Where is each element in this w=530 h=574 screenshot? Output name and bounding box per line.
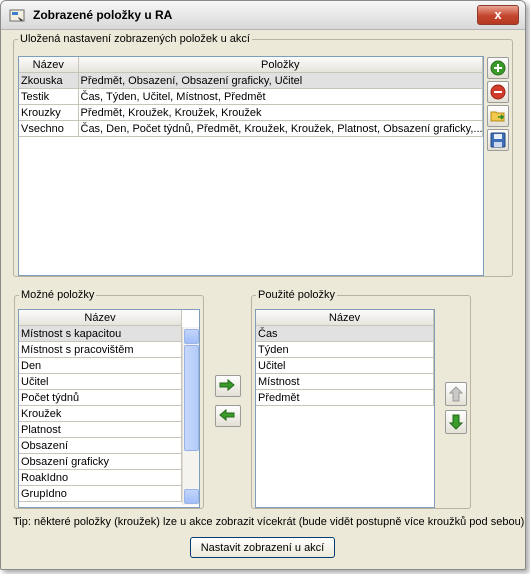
row-name: Vsechno — [19, 120, 79, 137]
remove-setting-button[interactable] — [487, 81, 509, 103]
table-row[interactable]: Vsechno Čas, Den, Počet týdnů, Předmět, … — [19, 120, 483, 137]
list-item[interactable]: Učitel — [256, 357, 434, 374]
title-bar[interactable]: Zobrazené položky u RA x — [1, 1, 525, 30]
scroll-down-arrow-icon[interactable] — [184, 489, 199, 504]
saved-settings-legend: Uložená nastavení zobrazených položek u … — [20, 33, 250, 45]
list-item-label: Předmět — [256, 389, 434, 406]
tip-text: Tip: některé položky (kroužek) lze u akc… — [13, 516, 525, 528]
list-item-label: Den — [19, 357, 182, 374]
list-item-label: Učitel — [256, 357, 434, 374]
list-item-label: Platnost — [19, 421, 182, 438]
arrow-down-icon — [448, 414, 464, 430]
row-name: Krouzky — [19, 104, 79, 121]
list-item[interactable]: Kroužek — [19, 405, 182, 422]
row-items: Čas, Týden, Učitel, Místnost, Předmět — [78, 88, 483, 105]
column-header-items[interactable]: Položky — [78, 57, 483, 73]
row-name: Zkouska — [19, 72, 79, 89]
list-item[interactable]: GrupIdno — [19, 485, 182, 502]
list-item[interactable]: Obsazení — [19, 437, 182, 454]
save-icon — [490, 132, 506, 148]
list-item-label: Čas — [256, 325, 434, 342]
list-item[interactable]: Počet týdnů — [19, 389, 182, 406]
list-item[interactable]: Obsazení graficky — [19, 453, 182, 470]
list-item-label: RoakIdno — [19, 469, 182, 486]
add-icon — [490, 60, 506, 76]
list-item[interactable]: Platnost — [19, 421, 182, 438]
used-items-list: Název Čas Týden Učitel Místnost Předmět — [255, 309, 435, 508]
list-item-label: Místnost s kapacitou — [19, 325, 182, 342]
list-item[interactable]: Den — [19, 357, 182, 374]
list-item[interactable]: Místnost s pracovištěm — [19, 341, 182, 358]
load-setting-button[interactable] — [487, 105, 509, 127]
column-header-name[interactable]: Název — [19, 310, 182, 326]
move-up-button[interactable] — [445, 382, 467, 406]
scroll-thumb[interactable] — [184, 345, 199, 451]
column-header-name[interactable]: Název — [19, 57, 79, 73]
row-name: Testik — [19, 88, 79, 105]
add-to-used-button[interactable] — [215, 375, 241, 397]
scroll-up-arrow-icon[interactable] — [184, 329, 199, 344]
possible-items-legend: Možné položky — [21, 289, 95, 301]
row-items: Předmět, Kroužek, Kroužek, Kroužek — [78, 104, 483, 121]
possible-items-scrollbar[interactable] — [182, 327, 199, 505]
list-item[interactable]: Týden — [256, 341, 434, 358]
remove-icon — [490, 84, 506, 100]
app-icon — [9, 9, 25, 22]
possible-items-list: Název Místnost s kapacitou Místnost s pr… — [18, 309, 200, 508]
move-down-button[interactable] — [445, 410, 467, 434]
list-item-label: Učitel — [19, 373, 182, 390]
list-item[interactable]: RoakIdno — [19, 469, 182, 486]
list-item[interactable]: Učitel — [19, 373, 182, 390]
list-item-label: Místnost s pracovištěm — [19, 341, 182, 358]
list-item-label: Místnost — [256, 373, 434, 390]
load-icon — [490, 111, 505, 122]
list-item-label: Počet týdnů — [19, 389, 182, 406]
list-item-label: Obsazení graficky — [19, 453, 182, 470]
used-items-legend: Použité položky — [258, 289, 336, 301]
close-icon: x — [494, 7, 502, 22]
list-item[interactable]: Místnost — [256, 373, 434, 390]
remove-from-used-button[interactable] — [215, 405, 241, 427]
list-item-label: Kroužek — [19, 405, 182, 422]
saved-table-header: Název Položky — [19, 57, 483, 73]
save-setting-button[interactable] — [487, 129, 509, 151]
list-item-label: Týden — [256, 341, 434, 358]
arrow-up-icon — [448, 386, 464, 402]
table-row[interactable]: Zkouska Předmět, Obsazení, Obsazení graf… — [19, 72, 483, 89]
window-title: Zobrazené položky u RA — [33, 8, 173, 22]
table-row[interactable]: Testik Čas, Týden, Učitel, Místnost, Pře… — [19, 88, 483, 105]
arrow-left-icon — [219, 408, 235, 422]
arrow-right-icon — [219, 378, 235, 392]
row-items: Předmět, Obsazení, Obsazení graficky, Uč… — [78, 72, 483, 89]
list-item-label: GrupIdno — [19, 485, 182, 502]
close-button[interactable]: x — [477, 5, 519, 25]
list-item[interactable]: Čas — [256, 325, 434, 342]
list-item[interactable]: Předmět — [256, 389, 434, 406]
row-items: Čas, Den, Počet týdnů, Předmět, Kroužek,… — [78, 120, 483, 137]
table-row[interactable]: Krouzky Předmět, Kroužek, Kroužek, Krouž… — [19, 104, 483, 121]
list-item-label: Obsazení — [19, 437, 182, 454]
list-item[interactable]: Místnost s kapacitou — [19, 325, 182, 342]
dialog-window: Zobrazené položky u RA x Uložená nastave… — [0, 0, 526, 570]
saved-settings-table: Název Položky Zkouska Předmět, Obsazení,… — [18, 56, 484, 276]
column-header-name[interactable]: Název — [256, 310, 434, 326]
apply-display-button[interactable]: Nastavit zobrazení u akcí — [190, 537, 335, 558]
add-setting-button[interactable] — [487, 57, 509, 79]
